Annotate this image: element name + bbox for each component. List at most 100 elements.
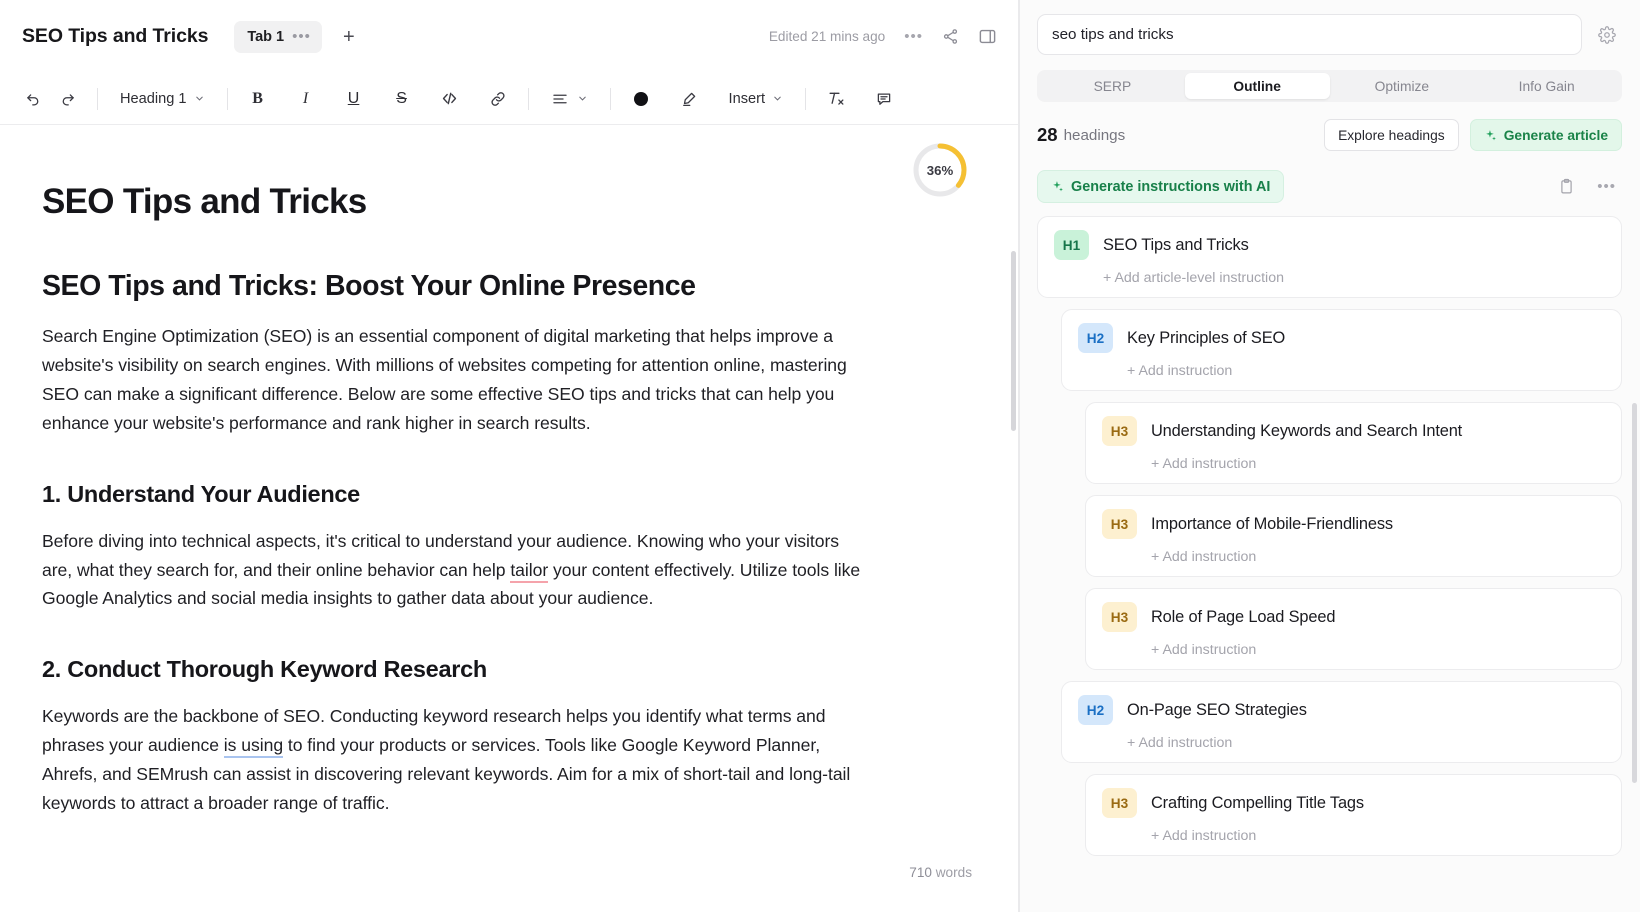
tab-menu-icon[interactable]: •••	[292, 29, 311, 44]
keyword-search-value: seo tips and tricks	[1052, 26, 1174, 43]
outline-card-h3[interactable]: H3 Role of Page Load Speed + Add instruc…	[1085, 588, 1622, 670]
outline-card-h3[interactable]: H3 Importance of Mobile-Friendliness + A…	[1085, 495, 1622, 577]
spelling-error-word[interactable]: tailor	[510, 559, 548, 583]
tab-optimize[interactable]: Optimize	[1330, 73, 1475, 99]
chevron-down-icon	[577, 93, 588, 104]
tab-outline[interactable]: Outline	[1184, 73, 1330, 99]
heading-level-badge: H2	[1078, 695, 1113, 725]
heading-level-badge: H3	[1102, 509, 1137, 539]
document-tab[interactable]: Tab 1 •••	[234, 20, 322, 53]
gear-icon[interactable]	[1592, 20, 1622, 50]
chevron-down-icon	[194, 93, 205, 104]
explore-headings-button[interactable]: Explore headings	[1324, 119, 1459, 151]
underline-button[interactable]: U	[337, 82, 371, 116]
align-icon[interactable]	[542, 82, 597, 116]
toolbar-divider	[226, 87, 228, 110]
heading-level-badge: H1	[1054, 230, 1089, 260]
document-scroll-area[interactable]: 36% SEO Tips and Tricks SEO Tips and Tri…	[0, 125, 1019, 912]
outline-heading-title[interactable]: On-Page SEO Strategies	[1127, 701, 1307, 720]
outline-more-menu-icon[interactable]: •••	[1597, 179, 1616, 194]
keyword-search-input[interactable]: seo tips and tricks	[1037, 14, 1582, 55]
outline-heading-title[interactable]: Understanding Keywords and Search Intent	[1151, 422, 1462, 441]
document-content[interactable]: SEO Tips and Tricks SEO Tips and Tricks:…	[0, 125, 1019, 818]
insert-dropdown[interactable]: Insert	[720, 82, 793, 116]
block-style-dropdown[interactable]: Heading 1	[111, 82, 214, 116]
panel-toggle-icon[interactable]	[978, 27, 997, 46]
share-icon[interactable]	[942, 28, 959, 45]
generate-instructions-button[interactable]: Generate instructions with AI	[1037, 170, 1285, 203]
undo-icon[interactable]	[16, 82, 50, 116]
outline-heading-title[interactable]: Importance of Mobile-Friendliness	[1151, 515, 1393, 534]
generate-instructions-label: Generate instructions with AI	[1071, 178, 1271, 195]
block-style-label: Heading 1	[120, 90, 187, 107]
style-suggestion-phrase[interactable]: is using	[223, 735, 283, 759]
document-title[interactable]: SEO Tips and Tricks	[22, 25, 208, 48]
doc-paragraph-section-2[interactable]: Keywords are the backbone of SEO. Conduc…	[42, 702, 872, 817]
heading-level-badge: H3	[1102, 602, 1137, 632]
headings-count: 28	[1037, 124, 1058, 145]
outline-heading-title[interactable]: Key Principles of SEO	[1127, 329, 1285, 348]
outline-card-header: H3 Role of Page Load Speed	[1102, 602, 1605, 632]
outline-heading-title[interactable]: Crafting Compelling Title Tags	[1151, 794, 1364, 813]
doc-paragraph-section-1[interactable]: Before diving into technical aspects, it…	[42, 527, 872, 613]
outline-card-header: H3 Crafting Compelling Title Tags	[1102, 788, 1605, 818]
bold-button[interactable]: B	[241, 82, 275, 116]
doc-heading-1[interactable]: SEO Tips and Tricks	[42, 181, 901, 222]
tab-serp[interactable]: SERP	[1040, 73, 1185, 99]
panel-scrollbar[interactable]	[1632, 403, 1637, 783]
document-editor: SEO Tips and Tricks Tab 1 ••• + Edited 2…	[0, 0, 1019, 912]
sparkles-icon	[1484, 129, 1497, 142]
generate-article-button[interactable]: Generate article	[1469, 119, 1622, 151]
sparkles-icon	[1051, 180, 1064, 193]
seo-side-panel: seo tips and tricks SERP Outline Optimiz…	[1019, 0, 1640, 912]
toolbar-divider	[805, 87, 807, 110]
explore-headings-label: Explore headings	[1338, 127, 1445, 143]
clipboard-icon[interactable]	[1558, 178, 1575, 195]
bold-label: B	[252, 89, 263, 107]
redo-icon[interactable]	[50, 82, 84, 116]
add-instruction-link[interactable]: + Add instruction	[1102, 456, 1605, 472]
doc-heading-2[interactable]: SEO Tips and Tricks: Boost Your Online P…	[42, 269, 901, 303]
add-instruction-link[interactable]: + Add instruction	[1102, 549, 1605, 565]
add-instruction-link[interactable]: + Add instruction	[1078, 363, 1605, 379]
add-instruction-link[interactable]: + Add instruction	[1102, 642, 1605, 658]
headings-count-label: headings	[1063, 126, 1126, 144]
clear-formatting-icon[interactable]	[819, 82, 853, 116]
toolbar-divider	[609, 87, 611, 110]
add-instruction-link[interactable]: + Add instruction	[1102, 828, 1605, 844]
outline-heading-title[interactable]: SEO Tips and Tricks	[1103, 236, 1249, 255]
code-icon[interactable]	[433, 82, 467, 116]
comment-icon[interactable]	[867, 82, 901, 116]
doc-paragraph-intro[interactable]: Search Engine Optimization (SEO) is an e…	[42, 322, 872, 437]
headings-summary-row: 28 headings Explore headings Generate ar…	[1037, 119, 1622, 151]
outline-card-h2[interactable]: H2 On-Page SEO Strategies + Add instruct…	[1061, 681, 1622, 763]
add-tab-icon[interactable]: +	[338, 27, 360, 47]
outline-card-header: H1 SEO Tips and Tricks	[1054, 230, 1605, 260]
highlighter-icon[interactable]	[672, 82, 706, 116]
outline-card-header: H2 On-Page SEO Strategies	[1078, 695, 1605, 725]
doc-heading-section-1[interactable]: 1. Understand Your Audience	[42, 480, 901, 508]
headings-actions: Explore headings Generate article	[1324, 119, 1622, 151]
heading-level-badge: H3	[1102, 788, 1137, 818]
text-color-icon[interactable]	[624, 82, 658, 116]
outline-card-h3[interactable]: H3 Understanding Keywords and Search Int…	[1085, 402, 1622, 484]
italic-button[interactable]: I	[289, 82, 323, 116]
doc-heading-section-2[interactable]: 2. Conduct Thorough Keyword Research	[42, 655, 901, 683]
editor-scrollbar[interactable]	[1011, 251, 1016, 431]
strikethrough-button[interactable]: S	[385, 82, 419, 116]
outline-list[interactable]: H1 SEO Tips and Tricks + Add article-lev…	[1019, 203, 1640, 912]
add-instruction-link[interactable]: + Add instruction	[1078, 735, 1605, 751]
tab-info-gain[interactable]: Info Gain	[1474, 73, 1619, 99]
content-score-ring[interactable]: 36%	[911, 141, 969, 199]
document-more-menu-icon[interactable]: •••	[904, 29, 923, 44]
outline-card-h2[interactable]: H2 Key Principles of SEO + Add instructi…	[1061, 309, 1622, 391]
outline-card-h1[interactable]: H1 SEO Tips and Tricks + Add article-lev…	[1037, 216, 1622, 298]
formatting-toolbar: Heading 1 B I U S Insert	[0, 73, 1019, 125]
editor-topbar-actions: Edited 21 mins ago •••	[769, 27, 1001, 46]
add-instruction-link[interactable]: + Add article-level instruction	[1054, 270, 1605, 286]
insert-label: Insert	[728, 90, 766, 107]
outline-card-h3[interactable]: H3 Crafting Compelling Title Tags + Add …	[1085, 774, 1622, 856]
outline-heading-title[interactable]: Role of Page Load Speed	[1151, 608, 1335, 627]
link-icon[interactable]	[481, 82, 515, 116]
generate-article-label: Generate article	[1503, 127, 1608, 143]
